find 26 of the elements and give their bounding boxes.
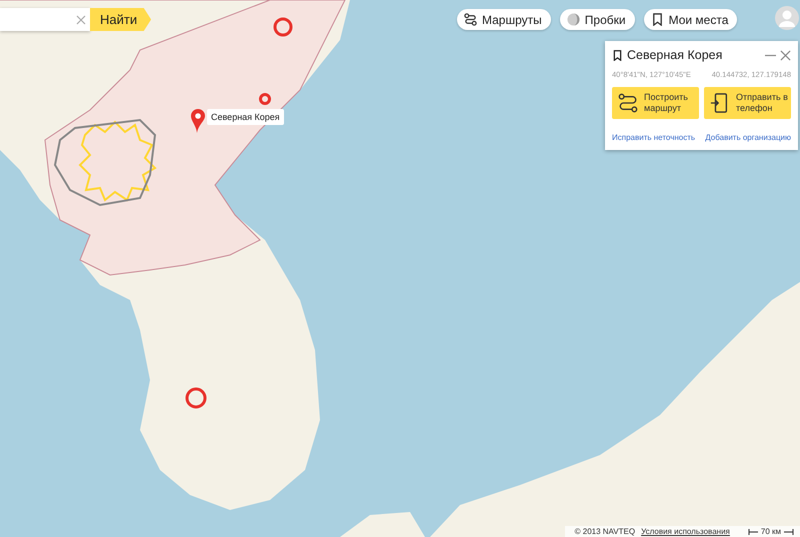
route-icon <box>618 93 638 113</box>
phone-icon <box>710 93 730 113</box>
avatar-icon[interactable] <box>775 6 799 30</box>
action-button[interactable]: Отправить в телефон <box>704 87 791 119</box>
card-link[interactable]: Исправить неточность <box>612 133 696 142</box>
copyright-text: © 2013 NAVTEQ <box>574 527 636 536</box>
toolbar-button[interactable]: Маршруты <box>457 9 551 30</box>
scale-bar-icon <box>784 528 794 534</box>
bookmark-icon <box>612 50 623 60</box>
clear-icon[interactable] <box>76 14 86 24</box>
action-button[interactable]: Построить маршрут <box>612 87 699 119</box>
toolbar-button[interactable]: Мои места <box>644 9 738 30</box>
scale-bar-icon <box>748 528 758 534</box>
search-button[interactable]: Найти <box>90 8 152 31</box>
close-icon[interactable] <box>780 50 791 60</box>
terms-link[interactable]: Условия использования <box>641 527 730 536</box>
scale-text: 70 км <box>760 527 781 536</box>
bookmark-icon <box>650 13 664 26</box>
traffic-icon <box>566 13 580 26</box>
toolbar-button[interactable]: Пробки <box>560 9 635 30</box>
placemark-pin-icon[interactable] <box>189 108 207 134</box>
placemark-label: Северная Корея <box>207 109 284 125</box>
search-field[interactable] <box>0 8 90 31</box>
card-link[interactable]: Добавить организацию <box>705 133 791 142</box>
route-icon <box>464 13 477 26</box>
card-title: Северная Корея <box>627 48 724 62</box>
